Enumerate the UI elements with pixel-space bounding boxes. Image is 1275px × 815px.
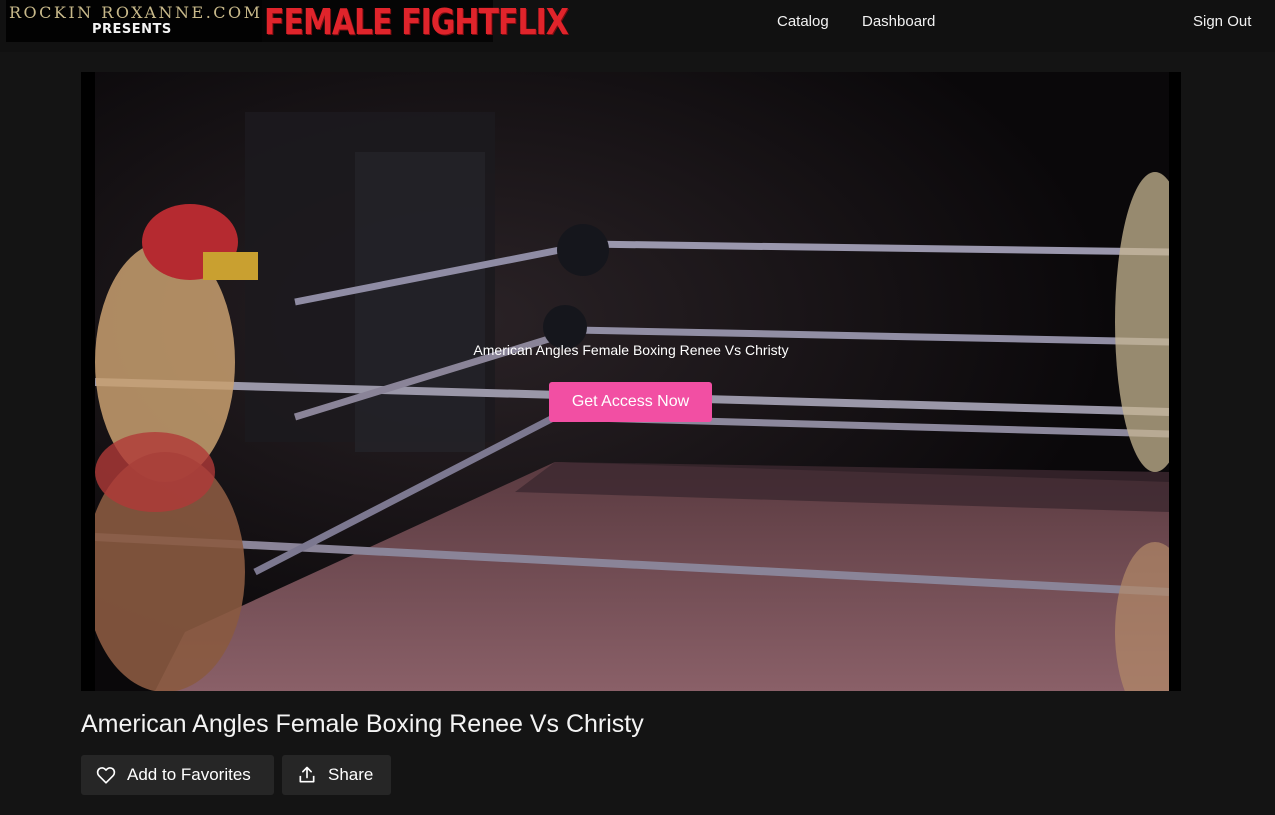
heart-icon	[95, 764, 117, 786]
logo-presenter-block: ROCKIN ROXANNE.COM PRESENTS	[6, 0, 262, 42]
top-navigation-bar: ROCKIN ROXANNE.COM PRESENTS FEMALE FIGHT…	[0, 0, 1275, 52]
nav-link-sign-out[interactable]: Sign Out	[1193, 13, 1251, 30]
logo-presents-text: PRESENTS	[92, 22, 172, 37]
overlay-video-title: American Angles Female Boxing Renee Vs C…	[473, 342, 789, 358]
nav-link-catalog[interactable]: Catalog	[777, 13, 829, 30]
video-title: American Angles Female Boxing Renee Vs C…	[81, 710, 644, 738]
add-to-favorites-button[interactable]: Add to Favorites	[81, 755, 274, 795]
video-player[interactable]: American Angles Female Boxing Renee Vs C…	[81, 72, 1181, 691]
get-access-now-button[interactable]: Get Access Now	[549, 382, 712, 422]
nav-link-dashboard[interactable]: Dashboard	[862, 13, 935, 30]
logo-presenter-name: ROCKIN ROXANNE.COM	[9, 3, 263, 22]
add-to-favorites-label: Add to Favorites	[127, 765, 251, 784]
site-logo[interactable]: ROCKIN ROXANNE.COM PRESENTS FEMALE FIGHT…	[6, 0, 569, 43]
share-label: Share	[328, 765, 374, 784]
logo-brand-name: FEMALE FIGHTFLIX	[264, 2, 569, 44]
share-button[interactable]: Share	[282, 755, 391, 795]
share-icon	[296, 764, 318, 786]
